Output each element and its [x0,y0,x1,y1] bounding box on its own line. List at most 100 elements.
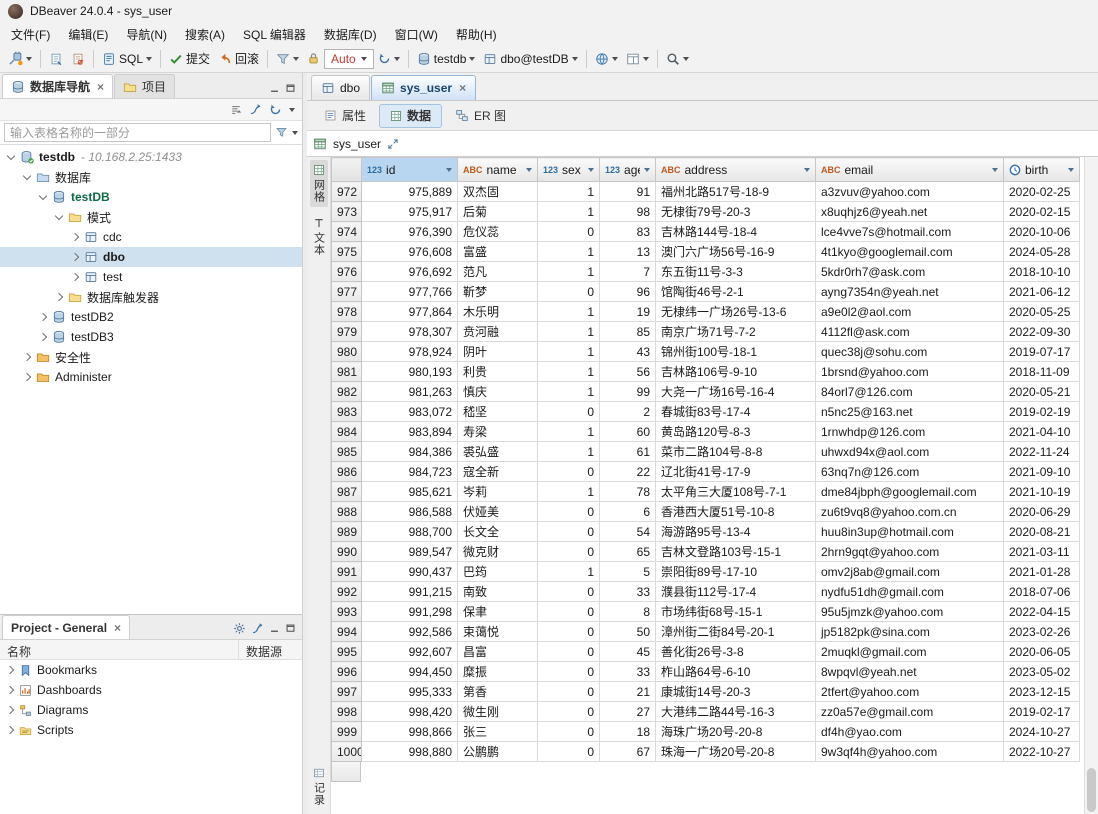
grid-cell[interactable]: 吉林路144号-18-4 [656,222,816,242]
grid-cell[interactable]: 986,588 [362,502,458,522]
grid-cell[interactable]: 13 [600,242,656,262]
maximize-view-icon[interactable] [285,83,296,94]
grid-cell[interactable]: ayng7354n@yeah.net [816,282,1004,302]
grid-cell[interactable]: 976,692 [362,262,458,282]
grid-cell[interactable]: 1 [538,202,600,222]
grid-cell[interactable]: 2024-10-27 [1004,722,1080,742]
grid-cell[interactable]: 976,390 [362,222,458,242]
grid-cell[interactable]: 2018-10-10 [1004,262,1080,282]
grid-cell[interactable]: 998,420 [362,702,458,722]
grid-cell[interactable]: 0 [538,282,600,302]
grid-cell[interactable]: 1 [538,302,600,322]
grid-cell[interactable]: 985,621 [362,482,458,502]
grid-cell[interactable]: 南致 [458,582,538,602]
grid-cell[interactable]: 2020-06-05 [1004,642,1080,662]
grid-cell[interactable]: 1 [538,322,600,342]
grid-cell[interactable]: 2021-06-12 [1004,282,1080,302]
grid-cell[interactable]: 善化街26号-3-8 [656,642,816,662]
grid-cell[interactable]: a3zvuv@yahoo.com [816,182,1004,202]
grid-cell[interactable]: 慎庆 [458,382,538,402]
grid-cell[interactable]: 澳门六广场56号-16-9 [656,242,816,262]
grid-cell[interactable]: 0 [538,742,600,762]
grid-cell[interactable]: 贲河融 [458,322,538,342]
grid-cell[interactable]: 0 [538,702,600,722]
grid-cell[interactable]: 33 [600,662,656,682]
grid-cell[interactable]: 1 [538,182,600,202]
transaction-mode-select[interactable]: Auto [324,49,374,69]
expander-icon[interactable] [71,233,79,241]
grid-cell[interactable]: 1 [538,262,600,282]
grid-cell[interactable]: 0 [538,402,600,422]
tree-item-db-triggers-folder[interactable]: 数据库触发器 [0,287,302,307]
grid-cell[interactable]: 1 [538,382,600,402]
grid-cell[interactable]: 998,880 [362,742,458,762]
grid-cell[interactable]: 0 [538,462,600,482]
grid-cell[interactable]: 2019-07-17 [1004,342,1080,362]
row-number-cell[interactable]: 994 [332,622,362,642]
grid-cell[interactable]: 83 [600,222,656,242]
project-item-diagrams[interactable]: Diagrams [0,700,302,720]
grid-cell[interactable]: 伏娅美 [458,502,538,522]
minimize-view-icon[interactable] [269,623,280,634]
refresh-tree-icon[interactable] [269,103,282,116]
grid-cell[interactable]: 84orl7@126.com [816,382,1004,402]
grid-cell[interactable]: 无棣街79号-20-3 [656,202,816,222]
grid-cell[interactable]: 4t1kyo@googlemail.com [816,242,1004,262]
column-header-age[interactable]: 123age [600,158,656,182]
editor-tab-sys_user[interactable]: sys_user× [371,75,476,100]
grid-cell[interactable]: 2021-09-10 [1004,462,1080,482]
grid-cell[interactable]: 978,924 [362,342,458,362]
column-header-datasource[interactable]: 数据源 [239,640,302,659]
grid-cell[interactable]: 43 [600,342,656,362]
tree-item-test[interactable]: test [0,267,302,287]
grid-cell[interactable]: 靳梦 [458,282,538,302]
grid-cell[interactable]: 1 [538,242,600,262]
row-number-cell[interactable]: 986 [332,462,362,482]
grid-cell[interactable]: 2018-11-09 [1004,362,1080,382]
grid-cell[interactable]: 海游路95号-13-4 [656,522,816,542]
grid-cell[interactable]: 2021-03-11 [1004,542,1080,562]
vertical-scrollbar[interactable] [1084,157,1098,814]
grid-cell[interactable]: 96 [600,282,656,302]
expander-icon[interactable] [23,353,31,361]
grid-cell[interactable]: zu6t9vq8@yahoo.com.cn [816,502,1004,522]
grid-cell[interactable]: 0 [538,502,600,522]
grid-cell[interactable]: 1brsnd@yahoo.com [816,362,1004,382]
grid-cell[interactable]: 2022-09-30 [1004,322,1080,342]
grid-cell[interactable]: 78 [600,482,656,502]
column-header-sex[interactable]: 123sex [538,158,600,182]
projects-tab[interactable]: Project - General × [2,615,130,639]
row-number-cell[interactable]: 983 [332,402,362,422]
grid-cell[interactable]: 康城街14号-20-3 [656,682,816,702]
grid-cell[interactable]: 张三 [458,722,538,742]
grid-corner-cell[interactable] [332,158,362,182]
grid-cell[interactable]: jp5182pk@sina.com [816,622,1004,642]
grid-cell[interactable]: df4h@yao.com [816,722,1004,742]
collapse-all-icon[interactable] [230,104,242,116]
grid-cell[interactable]: 1rnwhdp@126.com [816,422,1004,442]
grid-cell[interactable]: 微克财 [458,542,538,562]
minimize-view-icon[interactable] [269,83,280,94]
tree-item-testDB2[interactable]: testDB2 [0,307,302,327]
row-number-cell[interactable]: 989 [332,522,362,542]
project-item-dashboards[interactable]: Dashboards [0,680,302,700]
grid-cell[interactable]: 2022-11-24 [1004,442,1080,462]
grid-cell[interactable]: 45 [600,642,656,662]
grid-cell[interactable]: 8wpqvl@yeah.net [816,662,1004,682]
grid-cell[interactable]: 2019-02-17 [1004,702,1080,722]
grid-cell[interactable]: 980,193 [362,362,458,382]
grid-cell[interactable]: huu8in3up@hotmail.com [816,522,1004,542]
row-number-cell[interactable]: 991 [332,562,362,582]
tree-item-dbo[interactable]: dbo [0,247,302,267]
grid-cell[interactable]: 长文全 [458,522,538,542]
row-number-cell[interactable]: 996 [332,662,362,682]
grid-cell[interactable]: 裘弘盛 [458,442,538,462]
expander-icon[interactable] [6,706,14,714]
refresh-button[interactable] [374,48,404,70]
new-connection-button[interactable] [4,48,36,70]
navigator-tab-database-navigator[interactable]: 数据库导航× [2,74,113,98]
close-tab-icon[interactable]: × [459,81,466,95]
grid-cell[interactable]: 0 [538,622,600,642]
grid-cell[interactable]: 2022-10-27 [1004,742,1080,762]
grid-cell[interactable]: quec38j@sohu.com [816,342,1004,362]
